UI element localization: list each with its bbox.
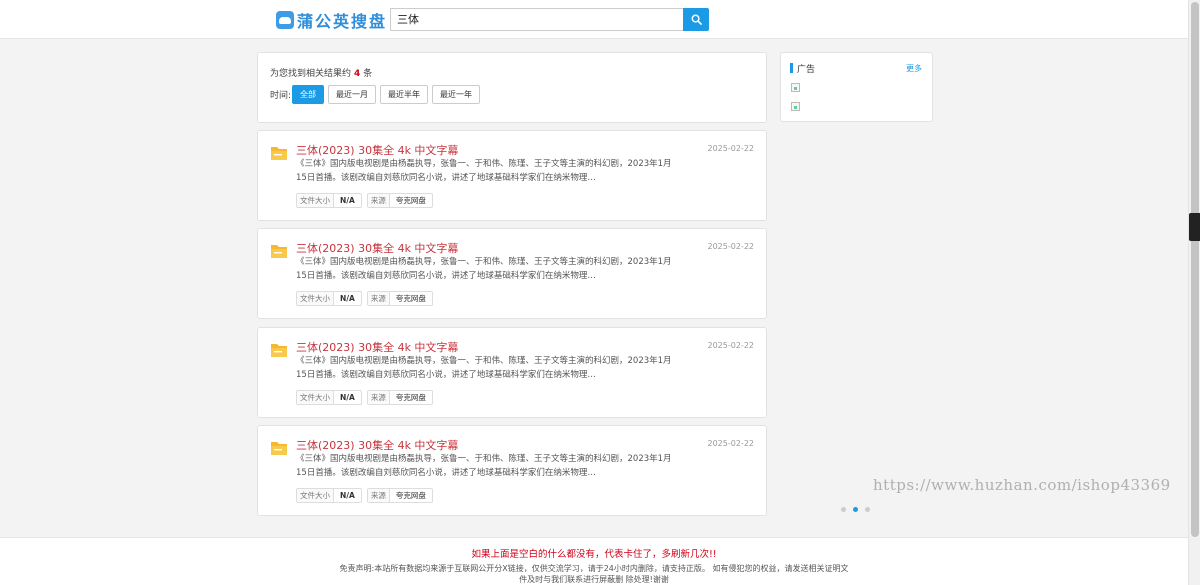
result-description: 《三体》国内版电视剧是由杨磊执导，张鲁一、于和伟、陈瑾、王子文等主演的科幻剧，2…	[296, 454, 672, 478]
broken-image-icon[interactable]	[791, 83, 800, 92]
source-tag: 来源 夸克网盘	[366, 390, 433, 405]
carousel-dot[interactable]	[841, 507, 846, 512]
result-date: 2025-02-22	[707, 341, 755, 350]
file-size-value: N/A	[340, 196, 355, 205]
filter-all-button[interactable]: 全部	[292, 85, 325, 104]
carousel-dot-active[interactable]	[853, 507, 858, 512]
footer-warning: 如果上面是空白的什么都没有，代表卡住了，多刷新几次!!	[471, 549, 717, 560]
result-tags: 文件大小 N/A 来源 夸克网盘	[296, 390, 438, 405]
file-size-value: N/A	[340, 491, 355, 500]
file-size-label: 文件大小	[297, 489, 334, 502]
source-label: 来源	[367, 194, 390, 207]
ad-more-link[interactable]: 更多	[906, 63, 922, 74]
search-icon	[691, 14, 702, 25]
source-tag: 来源 夸克网盘	[366, 193, 433, 208]
filter-month-button[interactable]: 最近一月	[328, 85, 377, 104]
carousel-dot[interactable]	[865, 507, 870, 512]
result-tags: 文件大小 N/A 来源 夸克网盘	[296, 488, 438, 503]
site-logo[interactable]: 蒲公英搜盘	[276, 9, 387, 31]
filter-year-button[interactable]: 最近一年	[432, 85, 481, 104]
result-count: 4	[354, 69, 361, 79]
source-tag: 来源 夸克网盘	[366, 488, 433, 503]
result-count-line: 为您找到相关结果约 4 条	[270, 66, 372, 79]
footer-disclaimer: 免责声明:本站所有数据均来源于互联网公开分X链接，仅供交流学习，请于24小时内删…	[339, 564, 849, 584]
result-description: 《三体》国内版电视剧是由杨磊执导，张鲁一、于和伟、陈瑾、王子文等主演的科幻剧，2…	[296, 356, 672, 380]
cloud-logo-icon	[276, 11, 294, 29]
time-filter-label: 时间:	[270, 91, 292, 101]
result-card: 三体(2023) 30集全 4k 中文字幕 2025-02-22 《三体》国内版…	[257, 327, 767, 418]
search-button[interactable]	[683, 8, 709, 31]
file-size-tag: 文件大小 N/A	[296, 390, 362, 405]
source-value: 夸克网盘	[395, 196, 426, 205]
result-date: 2025-02-22	[707, 144, 755, 153]
result-card: 三体(2023) 30集全 4k 中文字幕 2025-02-22 《三体》国内版…	[257, 130, 767, 221]
scrollbar-thumb[interactable]	[1191, 2, 1199, 537]
folder-icon	[271, 344, 287, 357]
result-card: 三体(2023) 30集全 4k 中文字幕 2025-02-22 《三体》国内版…	[257, 425, 767, 516]
file-size-tag: 文件大小 N/A	[296, 291, 362, 306]
file-size-tag: 文件大小 N/A	[296, 193, 362, 208]
result-date: 2025-02-22	[707, 242, 755, 251]
file-size-label: 文件大小	[297, 292, 334, 305]
source-label: 来源	[367, 292, 390, 305]
source-label: 来源	[367, 391, 390, 404]
source-value: 夸克网盘	[395, 294, 426, 303]
folder-icon	[271, 442, 287, 455]
filter-half-year-button[interactable]: 最近半年	[380, 85, 429, 104]
result-count-suffix: 条	[363, 69, 373, 79]
result-summary-panel: 为您找到相关结果约 4 条 时间: 全部 最近一月 最近半年 最近一年	[257, 52, 767, 123]
file-size-label: 文件大小	[297, 391, 334, 404]
file-size-tag: 文件大小 N/A	[296, 488, 362, 503]
result-title-link[interactable]: 三体(2023) 30集全 4k 中文字幕	[296, 142, 458, 158]
logo-text: 蒲公英搜盘	[297, 12, 388, 31]
side-float-tab[interactable]	[1189, 213, 1200, 241]
folder-icon	[271, 245, 287, 258]
top-header: 蒲公英搜盘 三体	[0, 0, 1188, 39]
ad-accent-bar	[790, 63, 793, 73]
result-date: 2025-02-22	[707, 439, 755, 448]
result-count-prefix: 为您找到相关结果约	[270, 69, 352, 79]
file-size-value: N/A	[340, 393, 355, 402]
file-size-label: 文件大小	[297, 194, 334, 207]
result-tags: 文件大小 N/A 来源 夸克网盘	[296, 291, 438, 306]
folder-icon	[271, 147, 287, 160]
source-value: 夸克网盘	[395, 491, 426, 500]
result-title-link[interactable]: 三体(2023) 30集全 4k 中文字幕	[296, 240, 458, 256]
watermark-text: https://www.huzhan.com/ishop43369	[873, 476, 1171, 494]
source-label: 来源	[367, 489, 390, 502]
result-description: 《三体》国内版电视剧是由杨磊执导，张鲁一、于和伟、陈瑾、王子文等主演的科幻剧，2…	[296, 159, 672, 183]
result-title-link[interactable]: 三体(2023) 30集全 4k 中文字幕	[296, 437, 458, 453]
carousel-dots	[841, 507, 877, 512]
ad-title: 广告	[797, 65, 816, 75]
search-input[interactable]: 三体	[390, 8, 684, 31]
result-title-link[interactable]: 三体(2023) 30集全 4k 中文字幕	[296, 339, 458, 355]
result-tags: 文件大小 N/A 来源 夸克网盘	[296, 193, 438, 208]
file-size-value: N/A	[340, 294, 355, 303]
broken-image-icon[interactable]	[791, 102, 800, 111]
result-description: 《三体》国内版电视剧是由杨磊执导，张鲁一、于和伟、陈瑾、王子文等主演的科幻剧，2…	[296, 257, 672, 281]
source-value: 夸克网盘	[395, 393, 426, 402]
ad-panel: 广告 更多	[780, 52, 933, 122]
source-tag: 来源 夸克网盘	[366, 291, 433, 306]
result-card: 三体(2023) 30集全 4k 中文字幕 2025-02-22 《三体》国内版…	[257, 228, 767, 319]
page-scrollbar[interactable]	[1188, 0, 1200, 585]
time-filter: 时间: 全部 最近一月 最近半年 最近一年	[270, 85, 484, 104]
page-footer: 如果上面是空白的什么都没有，代表卡住了，多刷新几次!! 免责声明:本站所有数据均…	[0, 537, 1188, 585]
